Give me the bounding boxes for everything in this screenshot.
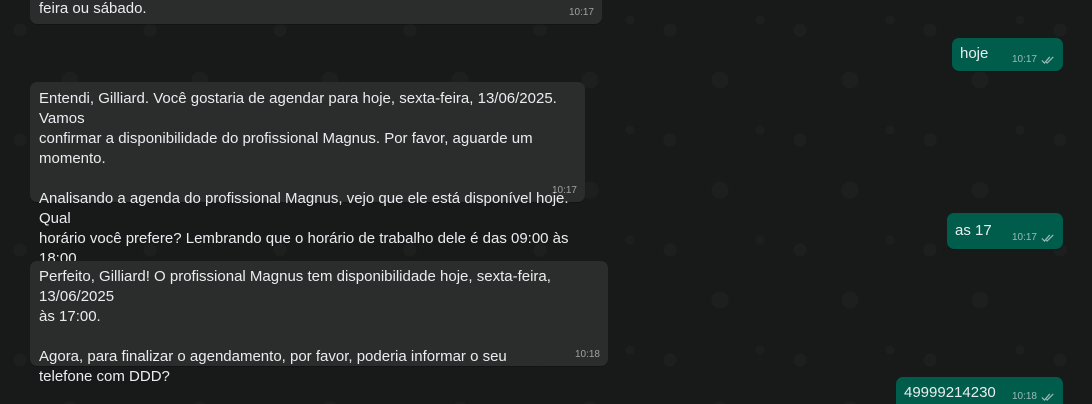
message-time: 10:17 <box>1011 232 1037 243</box>
chat-message-list[interactable]: feira ou sábado. 10:17 hoje 10:17 Entend… <box>0 0 1092 404</box>
outgoing-message[interactable]: 49999214230 10:18 <box>896 377 1063 404</box>
outgoing-message[interactable]: as 17 10:17 <box>947 213 1063 249</box>
message-time: 10:18 <box>574 349 600 360</box>
message-time: 10:17 <box>568 7 594 18</box>
message-meta: 10:17 <box>1012 54 1055 66</box>
message-meta: 10:17 <box>1012 232 1055 244</box>
message-text: Entendi, Gilliard. Você gostaria de agen… <box>39 90 569 267</box>
incoming-message[interactable]: Entendi, Gilliard. Você gostaria de agen… <box>30 82 585 267</box>
message-text: feira ou sábado. <box>39 0 147 17</box>
incoming-message[interactable]: Perfeito, Gilliard! O profissional Magnu… <box>30 261 608 385</box>
outgoing-message[interactable]: hoje 10:17 <box>952 38 1063 71</box>
message-meta: 10:17 <box>569 7 594 19</box>
double-check-icon <box>1041 393 1054 401</box>
message-meta: 10:18 <box>575 349 600 361</box>
message-time: 10:18 <box>1011 391 1037 402</box>
incoming-message[interactable]: feira ou sábado. 10:17 <box>30 0 602 24</box>
message-meta: 10:17 <box>552 185 577 197</box>
message-text: Perfeito, Gilliard! O profissional Magnu… <box>39 268 551 385</box>
message-time: 10:17 <box>1011 54 1037 65</box>
message-meta: 10:18 <box>1012 391 1055 403</box>
double-check-icon <box>1041 56 1054 64</box>
message-time: 10:17 <box>551 185 577 196</box>
double-check-icon <box>1041 234 1054 242</box>
